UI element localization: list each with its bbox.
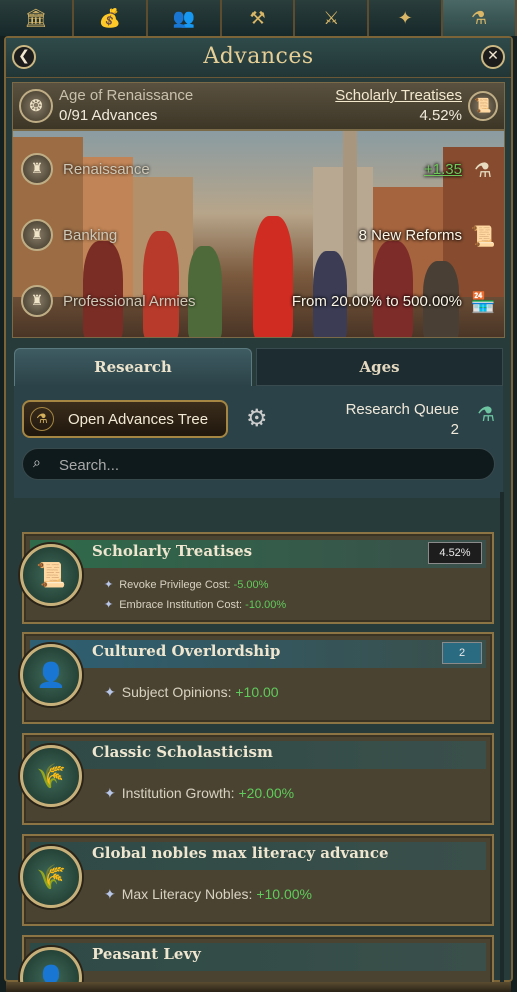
- market-icon: 🏪: [470, 290, 496, 314]
- age-bonus-row[interactable]: ♜ Professional Armies From 20.00% to 500.0…: [13, 283, 504, 323]
- military-tab[interactable]: ⚔: [295, 0, 370, 36]
- bonus-label: Professional Armies: [63, 293, 196, 310]
- scroll-document-icon: 📜: [20, 544, 82, 606]
- advance-card[interactable]: 🌾 Global nobles max literacy advance ✦ Max …: [20, 834, 494, 926]
- top-navigation: 🏛 💰 👥 ⚒ ⚔ ✦ ⚗: [0, 0, 517, 36]
- diplomacy-tab[interactable]: 👥: [147, 0, 222, 36]
- advance-effect: ✦ Revoke Privilege Cost: -5.00%: [104, 578, 268, 591]
- age-bonus-row[interactable]: ♜ Banking 8 New Reforms 📜: [13, 217, 504, 257]
- effect-value: +10.00: [235, 684, 279, 700]
- economy-tab[interactable]: 💰: [73, 0, 148, 36]
- close-button[interactable]: ✕: [481, 45, 505, 69]
- search-icon: ⌕: [33, 455, 41, 471]
- research-toolbar: ⚗ Open Advances Tree ⚙ Research Queue 2 …: [14, 386, 503, 498]
- advance-badge: 4.52%: [428, 542, 482, 564]
- age-name: Age of Renaissance: [59, 87, 194, 104]
- bonus-medallion-icon: ♜: [21, 219, 53, 251]
- advances-tab[interactable]: ⚗: [443, 0, 517, 36]
- research-queue[interactable]: Research Queue 2: [346, 400, 459, 440]
- tab-research[interactable]: Research: [14, 348, 252, 386]
- effect-label: Institution Growth:: [121, 785, 235, 801]
- bonus-label: Banking: [63, 227, 118, 244]
- bonus-value: 8 New Reforms: [358, 227, 462, 244]
- advance-card[interactable]: 👤 Cultured Overlordship 2 ✦ Subject Opinions…: [20, 632, 494, 724]
- flask-icon: ⚗: [30, 407, 54, 431]
- research-queue-label: Research Queue: [345, 401, 459, 418]
- advance-card[interactable]: 🌾 Classic Scholasticism ✦ Institution Growt…: [20, 733, 494, 825]
- diplomacy-icon: 👥: [172, 7, 195, 29]
- government-icon: 🏛: [24, 7, 48, 29]
- bonus-medallion-icon: ♜: [21, 285, 53, 317]
- wheat-sickle-icon: 🌾: [20, 745, 82, 807]
- open-advances-tree-label: Open Advances Tree: [68, 411, 209, 428]
- effect-star-icon: ✦: [104, 579, 114, 591]
- exploration-tab[interactable]: ✦: [369, 0, 444, 36]
- age-emblem-icon: ❂: [19, 89, 53, 123]
- panel-footer: [6, 982, 511, 992]
- advance-effect: ✦ Subject Opinions: +10.00: [104, 684, 279, 701]
- effect-value: +10.00%: [256, 886, 313, 902]
- advance-count: 0/91 Advances: [59, 107, 158, 124]
- government-tab[interactable]: 🏛: [0, 0, 74, 36]
- bonus-value: From 20.00% to 500.00%: [291, 293, 462, 310]
- wheat-sickle-icon: 🌾: [20, 846, 82, 908]
- effect-value: +20.00%: [238, 785, 295, 801]
- age-illustration: ♜ Renaissance +1.35 ⚗ ♜ Banking 8 New Reforms 📜…: [12, 130, 505, 338]
- effect-label: Revoke Privilege Cost:: [119, 579, 231, 591]
- advance-title: Peasant Levy: [92, 945, 201, 963]
- panel-header: ❮ Advances ✕: [6, 38, 511, 78]
- advance-title: Global nobles max literacy advance: [92, 844, 389, 862]
- economy-icon: 💰: [98, 7, 121, 29]
- bonus-medallion-icon: ♜: [21, 153, 53, 185]
- advances-panel: ❮ Advances ✕ ❂ Age of Renaissance 0/91 A…: [4, 36, 513, 992]
- effect-star-icon: ✦: [104, 785, 116, 801]
- flask-icon: ⚗: [474, 158, 492, 182]
- panel-tabs: Research Ages: [14, 348, 503, 386]
- production-icon: ⚒: [249, 7, 266, 29]
- page-title: Advances: [203, 44, 314, 69]
- advance-effect: ✦ Embrace Institution Cost: -10.00%: [104, 598, 286, 611]
- advance-title: Scholarly Treatises: [92, 542, 253, 560]
- effect-star-icon: ✦: [104, 684, 116, 700]
- exploration-icon: ✦: [397, 7, 413, 29]
- open-advances-tree-button[interactable]: ⚗ Open Advances Tree: [22, 400, 228, 438]
- military-icon: ⚔: [323, 7, 340, 29]
- advance-card[interactable]: 👤Peasant Levy▰Unlocks Peasant Levy Army …: [20, 935, 494, 982]
- tab-ages[interactable]: Ages: [256, 348, 503, 386]
- search-bar: ⌕: [22, 448, 495, 480]
- effect-star-icon: ✦: [104, 599, 114, 611]
- current-research-link[interactable]: Scholarly Treatises: [335, 87, 462, 104]
- age-summary: ❂ Age of Renaissance 0/91 Advances Schol…: [12, 82, 505, 130]
- advance-title: Classic Scholasticism: [92, 743, 273, 761]
- effect-value: -5.00%: [233, 579, 269, 591]
- bonus-label: Renaissance: [63, 161, 150, 178]
- age-bonus-row[interactable]: ♜ Renaissance +1.35 ⚗: [13, 151, 504, 191]
- production-tab[interactable]: ⚒: [221, 0, 296, 36]
- search-input[interactable]: [57, 455, 477, 475]
- effect-value: -10.00%: [245, 599, 287, 611]
- research-queue-icon[interactable]: ⚗: [477, 402, 495, 426]
- advance-effect: ✦ Institution Growth: +20.00%: [104, 785, 294, 802]
- advance-badge: 2: [442, 642, 482, 664]
- research-queue-count: 2: [450, 421, 459, 438]
- advance-card[interactable]: 📜 Scholarly Treatises 4.52% ✦ Revoke Privile…: [20, 532, 494, 624]
- effect-star-icon: ✦: [104, 886, 116, 902]
- effect-label: Embrace Institution Cost:: [119, 599, 243, 611]
- scroll-icon: 📜: [470, 224, 496, 248]
- cardinal-icon: 👤: [20, 644, 82, 706]
- scroll-icon[interactable]: 📜: [468, 91, 498, 121]
- advance-title: Cultured Overlordship: [92, 642, 281, 660]
- advances-icon: ⚗: [471, 7, 488, 29]
- advance-effect: ✦ Max Literacy Nobles: +10.00%: [104, 886, 312, 903]
- effect-label: Subject Opinions:: [121, 684, 232, 700]
- current-research-percent: 4.52%: [419, 107, 462, 124]
- scrollbar[interactable]: [500, 492, 504, 982]
- gear-icon[interactable]: ⚙: [246, 404, 268, 432]
- advances-list: 📜 Scholarly Treatises 4.52% ✦ Revoke Privile…: [14, 492, 503, 982]
- effect-label: Max Literacy Nobles:: [121, 886, 253, 902]
- bonus-value: +1.35: [424, 161, 462, 178]
